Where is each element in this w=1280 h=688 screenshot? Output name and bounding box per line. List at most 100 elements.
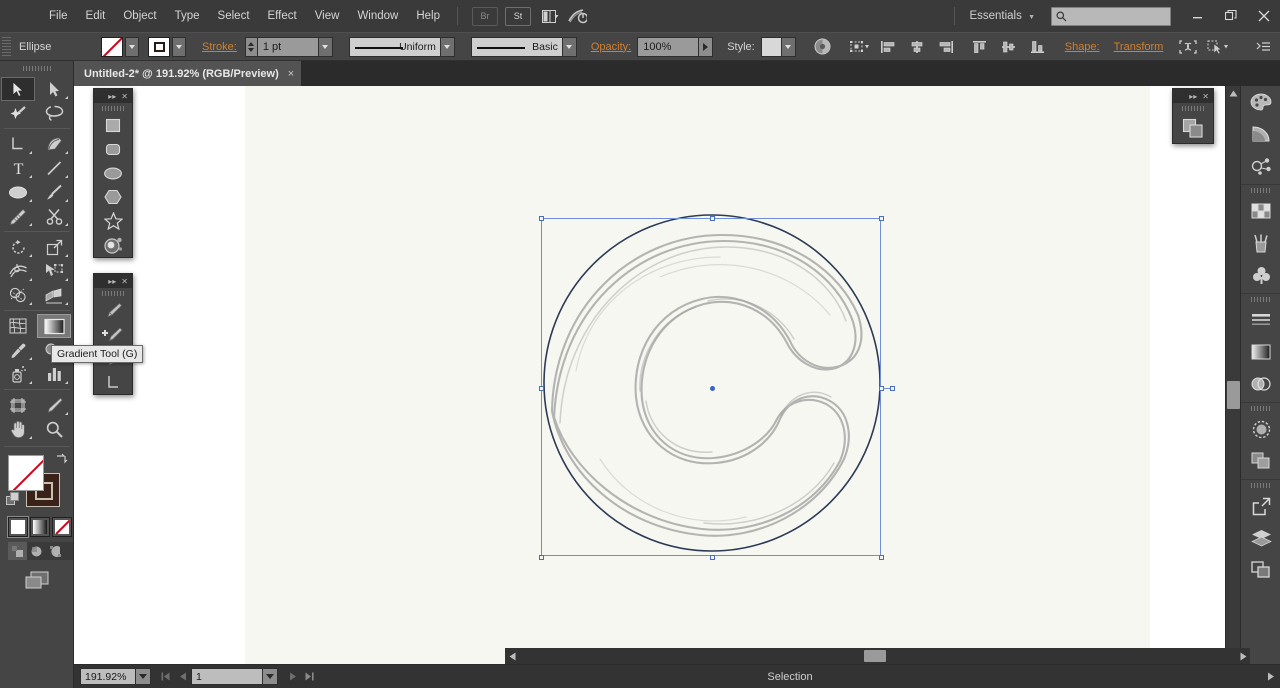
align-bottom-icon[interactable] — [1027, 36, 1049, 58]
stroke-dropdown-button[interactable] — [172, 36, 186, 57]
swap-fill-stroke-icon[interactable] — [54, 452, 68, 466]
next-page-button[interactable] — [284, 667, 301, 687]
perspective-grid-tool[interactable] — [37, 283, 71, 307]
arrange-documents-icon[interactable] — [538, 6, 562, 26]
none-mode-button[interactable] — [52, 517, 72, 537]
stroke-label[interactable]: Stroke: — [202, 41, 237, 53]
selection-handle-br[interactable] — [879, 555, 884, 560]
selection-handle-bl[interactable] — [539, 555, 544, 560]
horizontal-scrollbar[interactable] — [505, 648, 1250, 664]
menu-file[interactable]: File — [40, 0, 77, 32]
ellipse-tool[interactable] — [1, 180, 35, 204]
selection-handle-tl[interactable] — [539, 216, 544, 221]
flyout-grip[interactable] — [94, 103, 132, 113]
appearance-panel-icon[interactable] — [1241, 413, 1280, 445]
graphic-styles-panel-icon[interactable] — [1241, 445, 1280, 477]
close-icon[interactable]: ✕ — [121, 92, 128, 101]
selection-tool[interactable] — [1, 77, 35, 101]
color-themes-panel-icon[interactable] — [1241, 150, 1280, 182]
shape-label[interactable]: Shape: — [1065, 41, 1100, 53]
recolor-artwork-icon[interactable] — [812, 36, 834, 58]
width-profile-dropdown[interactable] — [440, 36, 455, 57]
symbol-sprayer-tool[interactable] — [1, 362, 35, 386]
scissors-tool[interactable] — [37, 204, 71, 228]
search-input[interactable] — [1051, 6, 1171, 26]
column-graph-tool[interactable] — [37, 362, 71, 386]
document-tab[interactable]: Untitled-2* @ 191.92% (RGB/Preview) × — [74, 61, 302, 86]
type-tool[interactable]: T — [1, 156, 35, 180]
opacity-field[interactable]: 100% — [637, 36, 700, 57]
draw-inside-button[interactable] — [46, 542, 65, 560]
shaper-tool[interactable] — [1, 204, 35, 228]
width-tool[interactable] — [1, 259, 35, 283]
pen-tool[interactable] — [1, 132, 35, 156]
color-panel-icon[interactable] — [1241, 86, 1280, 118]
hand-tool[interactable] — [1, 417, 35, 441]
draw-normal-button[interactable] — [8, 542, 27, 560]
canvas-area[interactable] — [74, 86, 1225, 664]
fill-dropdown-button[interactable] — [125, 36, 139, 57]
flyout-grip[interactable] — [1173, 103, 1213, 113]
stroke-weight-dropdown[interactable] — [318, 36, 333, 57]
ellipse-tool-flyout[interactable] — [94, 161, 132, 185]
scroll-right-button[interactable] — [1236, 648, 1250, 664]
flyout-grip[interactable] — [94, 288, 132, 298]
zoom-level-field[interactable]: 191.92% — [80, 668, 136, 685]
dock-grip[interactable] — [1241, 185, 1280, 195]
menu-select[interactable]: Select — [209, 0, 259, 32]
graphic-style-swatch[interactable] — [760, 36, 782, 57]
stroke-color-swatch[interactable] — [148, 36, 170, 57]
menu-help[interactable]: Help — [407, 0, 449, 32]
rounded-rectangle-tool[interactable] — [94, 137, 132, 161]
close-button[interactable] — [1247, 0, 1280, 32]
scroll-up-button[interactable] — [1226, 86, 1241, 101]
selection-handle-tc[interactable] — [710, 216, 715, 221]
add-anchor-point-tool[interactable] — [94, 322, 132, 346]
menu-object[interactable]: Object — [114, 0, 165, 32]
brush-definition[interactable]: Basic — [470, 36, 563, 57]
shape-builder-tool[interactable] — [1, 283, 35, 307]
zoom-tool[interactable] — [37, 417, 71, 441]
sync-settings-icon[interactable] — [565, 6, 589, 26]
symbols-panel-icon[interactable] — [1241, 259, 1280, 291]
panel-menu-icon[interactable] — [1252, 36, 1274, 58]
transform-label[interactable]: Transform — [1114, 41, 1164, 53]
scale-tool[interactable] — [37, 235, 71, 259]
selection-handle-bc[interactable] — [710, 555, 715, 560]
paintbrush-tool[interactable] — [37, 180, 71, 204]
eyedropper-tool[interactable] — [1, 338, 35, 362]
star-tool[interactable] — [94, 209, 132, 233]
swatches-panel-icon[interactable] — [1241, 195, 1280, 227]
menu-view[interactable]: View — [306, 0, 349, 32]
artboards-panel-icon[interactable] — [1241, 554, 1280, 586]
scroll-left-button[interactable] — [505, 648, 519, 664]
minimize-button[interactable] — [1181, 0, 1214, 32]
opacity-label[interactable]: Opacity: — [591, 41, 631, 53]
collapse-icon[interactable]: ▸▸ — [1189, 92, 1197, 101]
polygon-tool[interactable] — [94, 185, 132, 209]
workspace-switcher[interactable]: Essentials ▼ — [963, 10, 1041, 22]
stock-button[interactable]: St — [505, 6, 531, 26]
page-number-field[interactable]: 1 — [191, 668, 263, 685]
opacity-flyout-button[interactable] — [699, 36, 714, 57]
brush-definition-dropdown[interactable] — [562, 36, 577, 57]
page-dropdown[interactable] — [263, 668, 278, 685]
stroke-panel-icon[interactable] — [1241, 304, 1280, 336]
anchor-point-tool[interactable] — [94, 370, 132, 394]
brushes-panel-icon[interactable] — [1241, 227, 1280, 259]
control-bar-grip[interactable] — [2, 36, 11, 57]
align-left-icon[interactable] — [877, 36, 899, 58]
curvature-tool[interactable] — [37, 132, 71, 156]
isolate-selected-object-icon[interactable] — [1177, 36, 1199, 58]
screen-mode-button[interactable] — [0, 570, 73, 592]
menu-window[interactable]: Window — [348, 0, 407, 32]
color-guide-panel-icon[interactable] — [1241, 118, 1280, 150]
gradient-mode-button[interactable] — [30, 517, 50, 537]
prev-page-button[interactable] — [174, 667, 191, 687]
free-transform-tool[interactable] — [37, 259, 71, 283]
draw-behind-button[interactable] — [27, 542, 46, 560]
zoom-level-dropdown[interactable] — [136, 668, 151, 685]
align-right-icon[interactable] — [935, 36, 957, 58]
close-icon[interactable]: ✕ — [1202, 92, 1209, 101]
magic-wand-tool[interactable] — [1, 101, 35, 125]
